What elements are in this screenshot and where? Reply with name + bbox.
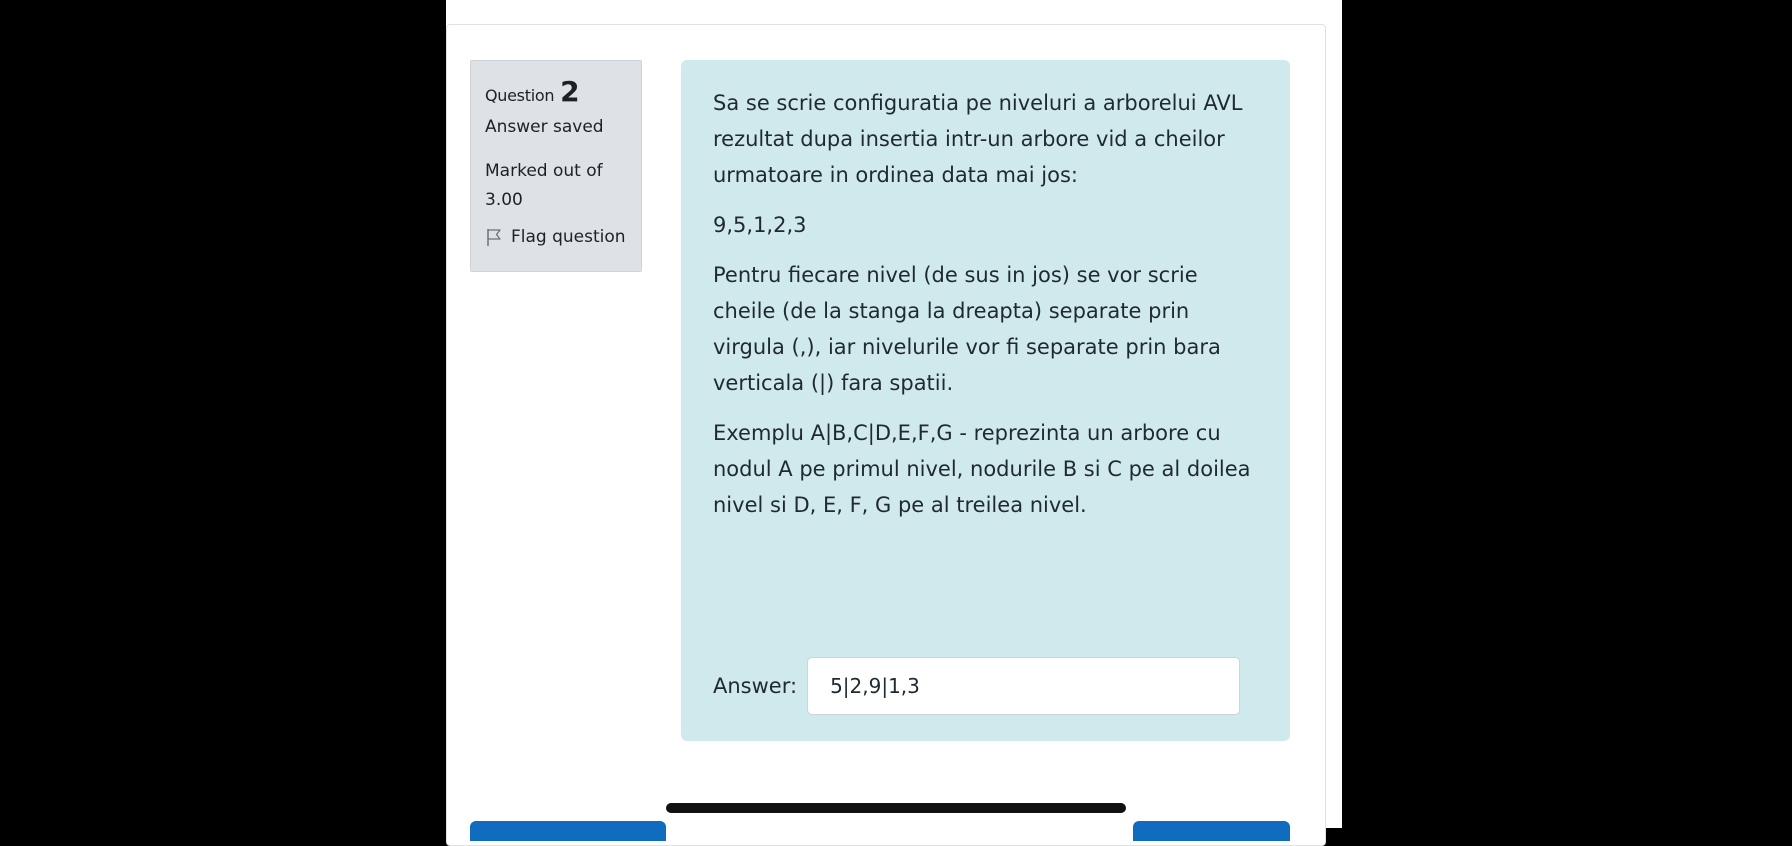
- question-info-box: Question 2 Answer saved Marked out of 3.…: [470, 60, 642, 272]
- question-keys: 9,5,1,2,3: [713, 213, 807, 237]
- question-state: Answer saved: [485, 117, 604, 137]
- next-page-button[interactable]: [1133, 821, 1290, 841]
- question-text-intro: Sa se scrie configuratia pe niveluri a a…: [713, 91, 1243, 187]
- flag-question-link[interactable]: Flag question: [485, 227, 627, 247]
- question-formulation: Sa se scrie configuratia pe niveluri a a…: [681, 60, 1290, 741]
- question-label: Question: [485, 86, 555, 105]
- question-instructions: Pentru fiecare nivel (de sus in jos) se …: [713, 263, 1221, 395]
- previous-page-button[interactable]: [470, 821, 666, 841]
- flag-question-label: Flag question: [511, 227, 626, 247]
- question-number: 2: [560, 75, 580, 108]
- question-grade: Marked out of 3.00: [485, 161, 603, 210]
- question-number-line: Question 2: [485, 75, 627, 108]
- home-indicator-bar: [666, 803, 1126, 813]
- flag-icon: [485, 227, 503, 247]
- question-example: Exemplu A|B,C|D,E,F,G - reprezinta un ar…: [713, 421, 1251, 517]
- answer-label: Answer:: [713, 674, 798, 698]
- answer-row: Answer:: [713, 657, 1241, 715]
- answer-input[interactable]: [807, 657, 1241, 715]
